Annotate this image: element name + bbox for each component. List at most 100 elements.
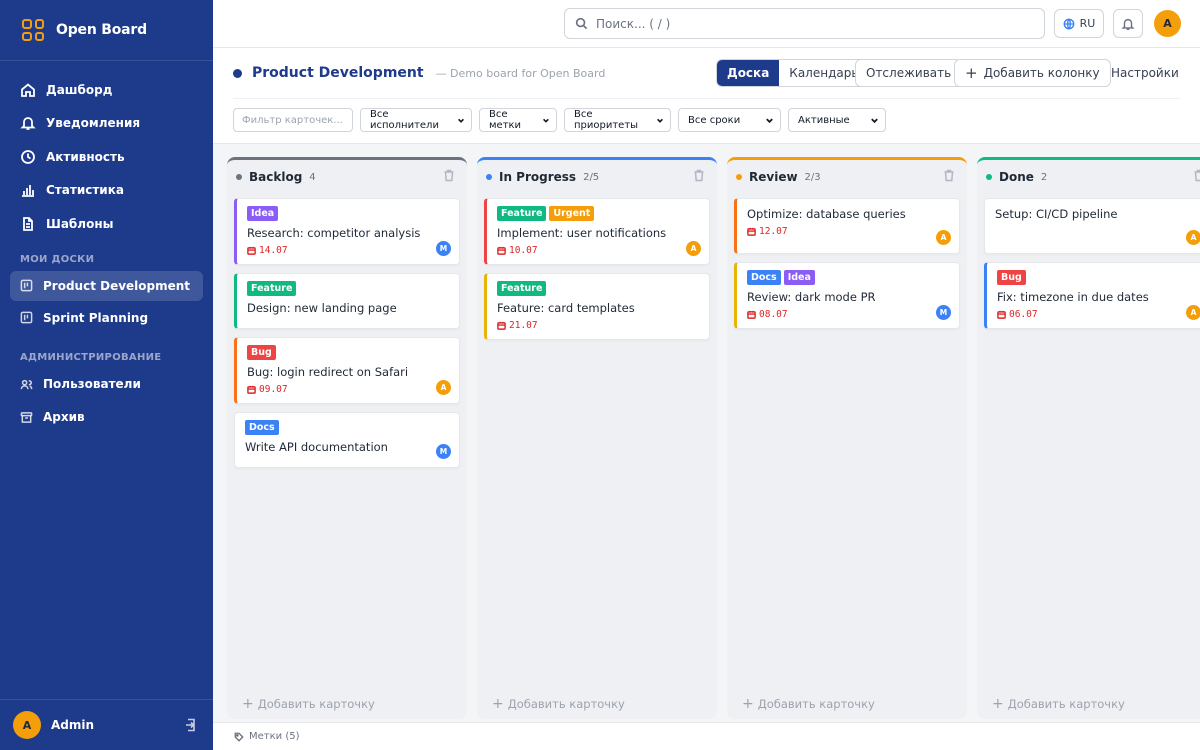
calendar-icon [497,246,506,255]
view-toggle: Доска Календарь [716,59,870,87]
add-card-button[interactable]: + Добавить карточку [242,697,375,711]
add-card-button[interactable]: + Добавить карточку [492,697,625,711]
card[interactable]: Bug Fix: timezone in due dates 06.07 A [984,262,1200,329]
view-board-button[interactable]: Доска [717,60,780,86]
card[interactable]: Optimize: database queries 12.07 A [734,198,960,254]
brand[interactable]: Open Board [0,0,213,60]
sidebar-item-archive[interactable]: Архив [10,402,203,433]
column-title: Done [999,170,1034,184]
card[interactable]: Idea Research: competitor analysis 14.07 M [234,198,460,265]
column-color-dot [486,174,492,180]
notifications-button[interactable] [1113,9,1143,38]
plus-icon: + [742,696,754,712]
due-date-text: 06.07 [1009,309,1038,320]
assignee-avatar[interactable]: A [686,241,701,256]
settings-label: Настройки [1111,66,1179,80]
plus-icon: + [965,63,978,82]
card-tags: Bug [997,270,1199,285]
column-header[interactable]: Review 2/3 [727,160,967,194]
add-card-label: Добавить карточку [757,697,875,711]
label-badge: Docs [747,270,781,285]
trash-icon[interactable] [943,169,955,182]
nav-label: Шаблоны [46,216,114,231]
card[interactable]: Docs Idea Review: dark mode PR 08.07 M [734,262,960,329]
nav-item-dashboard[interactable]: Дашборд [0,73,213,107]
status-filter-select[interactable]: Активные [788,108,886,132]
card-filter-input[interactable]: Фильтр карточек... [233,108,353,132]
card[interactable]: Feature Design: new landing page [234,273,460,329]
priority-filter-select[interactable]: Все приоритеты [564,108,671,132]
bar-chart-icon [22,185,34,198]
card[interactable]: Bug Bug: login redirect on Safari 09.07 A [234,337,460,404]
logout-icon[interactable] [183,718,197,732]
assignee-avatar[interactable]: A [1186,305,1200,320]
labels-count: Метки (5) [249,731,300,742]
app-name: Open Board [56,22,147,38]
card-due-date: 06.07 [997,309,1199,320]
due-filter-select[interactable]: Все сроки [678,108,781,132]
card-list: Idea Research: competitor analysis 14.07 M F… [227,194,467,468]
card-list: Feature Urgent Implement: user notificatio… [477,194,717,340]
label-filter-select[interactable]: Все метки [479,108,557,132]
select-value: Все сроки [688,114,741,126]
sidebar-board-sprint-planning[interactable]: Sprint Planning [10,303,203,333]
add-column-button[interactable]: + Добавить колонку [954,59,1111,87]
clock-icon [21,149,35,164]
assignee-avatar[interactable]: A [1186,230,1200,245]
language-button[interactable]: RU [1054,9,1104,38]
chevron-down-icon [871,118,878,123]
trash-icon[interactable] [693,169,705,182]
avatar[interactable]: A [13,711,41,739]
label-badge: Feature [497,206,547,221]
search-input[interactable]: Поиск... ( / ) [564,8,1045,39]
select-value: Активные [798,114,850,126]
due-date-text: 09.07 [259,384,288,395]
trash-icon[interactable] [1193,169,1200,182]
admin-label: Архив [43,410,85,424]
sidebar-board-product-development[interactable]: Product Development [10,270,203,301]
users-icon [20,379,33,389]
select-value: Все исполнители [370,109,439,131]
card[interactable]: Feature Urgent Implement: user notificatio… [484,198,710,265]
board-header: Product Development — Demo board for Ope… [213,48,1200,144]
sidebar-item-users[interactable]: Пользователи [10,369,203,400]
assignee-avatar[interactable]: M [436,241,451,256]
chevron-down-icon [458,118,464,123]
calendar-icon [747,227,756,236]
search-placeholder: Поиск... ( / ) [596,16,671,31]
column-review: Review 2/3 Optimize: database queries 12.07… [727,157,967,719]
trash-icon[interactable] [443,169,455,182]
label-badge: Idea [247,206,279,221]
card[interactable]: Docs Write API documentation M [234,412,460,468]
column-header[interactable]: In Progress 2/5 [477,160,717,194]
nav-item-templates[interactable]: Шаблоны [0,207,213,241]
add-card-button[interactable]: + Добавить карточку [742,697,875,711]
column-header[interactable]: Done 2 [977,160,1200,194]
nav-item-activity[interactable]: Активность [0,140,213,174]
settings-button[interactable]: Настройки [1111,59,1179,87]
card-list: Optimize: database queries 12.07 A Docs Idea… [727,194,967,329]
column-header[interactable]: Backlog 4 [227,160,467,194]
bell-icon [1121,18,1135,30]
add-card-label: Добавить карточку [1007,697,1125,711]
card[interactable]: Feature Feature: card templates 21.07 [484,273,710,340]
track-label: Отслеживать [866,66,952,80]
card[interactable]: Setup: CI/CD pipeline A [984,198,1200,254]
admin-label: Пользователи [43,377,141,391]
assignee-avatar[interactable]: A [436,380,451,395]
assignee-avatar[interactable]: M [936,305,951,320]
labels-footer[interactable]: Метки (5) [213,722,1200,750]
assignee-filter-select[interactable]: Все исполнители [360,108,472,132]
card-title: Implement: user notifications [497,226,667,240]
user-avatar[interactable]: A [1154,10,1181,37]
home-icon [21,83,35,97]
card-tags: Feature Urgent [497,206,699,221]
calendar-icon [997,310,1006,319]
track-button[interactable]: Отслеживать [855,59,963,87]
column-color-dot [986,174,992,180]
add-card-button[interactable]: + Добавить карточку [992,697,1125,711]
assignee-avatar[interactable]: A [936,230,951,245]
nav-item-statistics[interactable]: Статистика [0,174,213,208]
assignee-avatar[interactable]: M [436,444,451,459]
nav-item-notifications[interactable]: Уведомления [0,107,213,141]
